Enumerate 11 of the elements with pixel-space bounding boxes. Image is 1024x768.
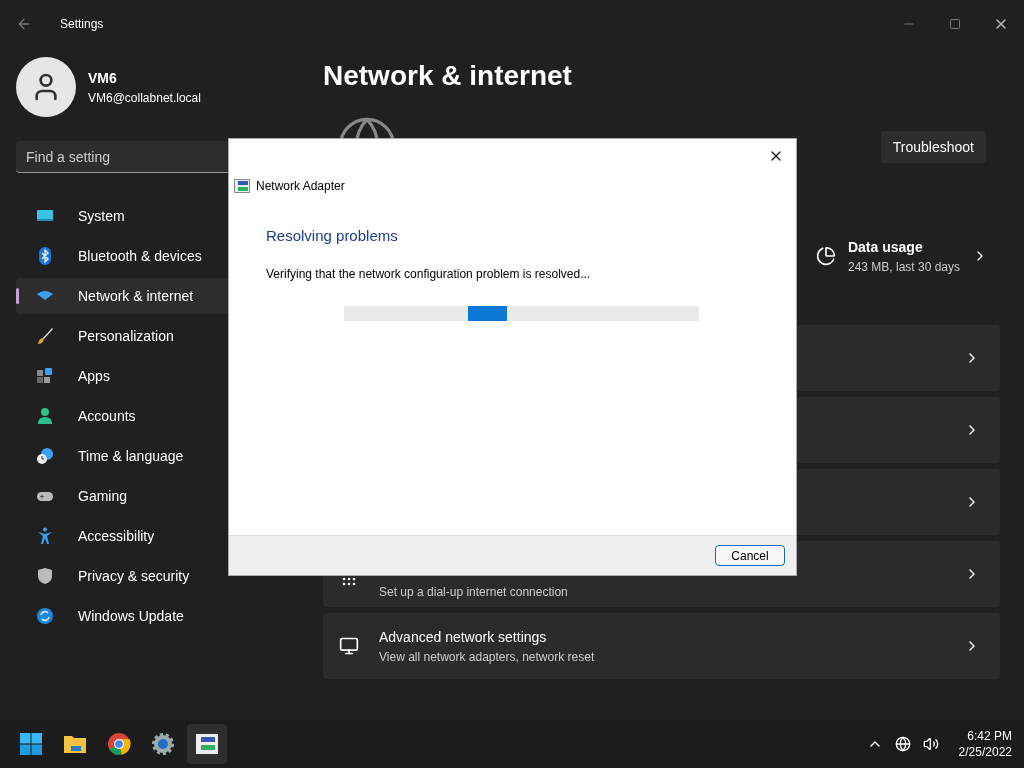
- user-email: VM6@collabnet.local: [88, 89, 201, 107]
- page-title: Network & internet: [323, 59, 573, 93]
- data-usage-subtitle: 243 MB, last 30 days: [847, 258, 961, 276]
- card-title: Advanced network settings: [379, 627, 548, 647]
- window-title: Settings: [60, 16, 104, 33]
- data-usage-title: Data usage: [847, 237, 924, 257]
- card-subtitle: Set up a dial-up internet connection: [379, 584, 569, 601]
- card-subtitle: View all network adapters, network reset: [379, 648, 596, 666]
- dialog-title: Network Adapter: [256, 178, 345, 195]
- user-name: VM6: [88, 68, 118, 88]
- dialog-heading: Resolving problems: [266, 226, 399, 246]
